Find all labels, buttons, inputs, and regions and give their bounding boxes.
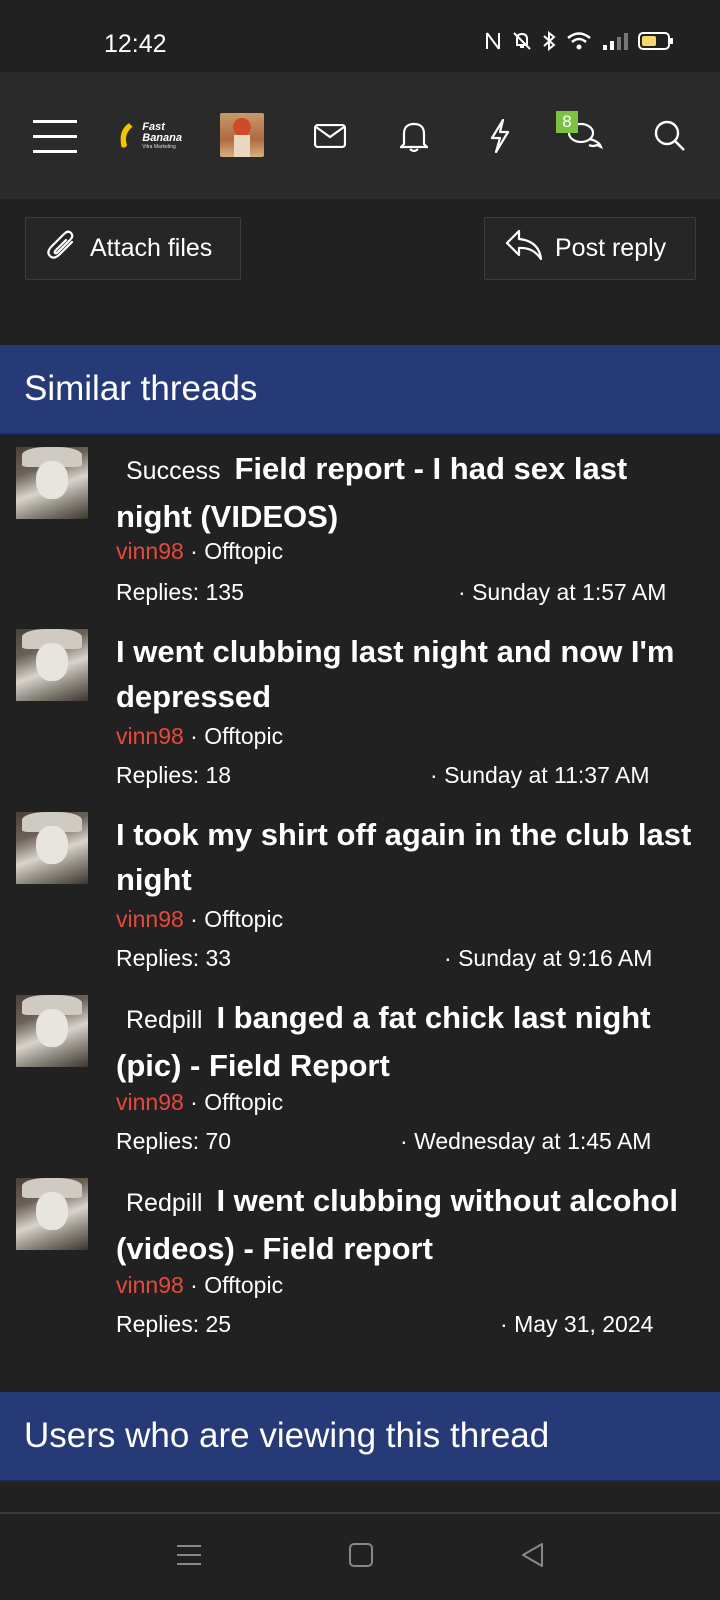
system-nav-bar: [0, 1514, 720, 1600]
thread-forum[interactable]: Offtopic: [204, 1089, 283, 1115]
similar-threads-header: Similar threads: [0, 345, 720, 435]
users-viewing-header: Users who are viewing this thread: [0, 1392, 720, 1482]
thread-forum[interactable]: Offtopic: [204, 538, 283, 564]
post-reply-button[interactable]: Post reply: [484, 217, 696, 280]
thread-meta: vinn98 · Offtopic: [116, 723, 284, 749]
thread-prefix[interactable]: Redpill: [126, 1006, 202, 1034]
thread-author[interactable]: vinn98: [116, 906, 184, 932]
menu-icon[interactable]: [22, 72, 88, 199]
thread-title[interactable]: I went clubbing last night and now I'm d…: [116, 629, 696, 719]
thread-prefix[interactable]: Redpill: [126, 1189, 202, 1217]
thread-author[interactable]: vinn98: [116, 1272, 184, 1298]
thread-avatar[interactable]: [16, 1178, 88, 1250]
reply-icon: [505, 229, 555, 268]
status-time: 12:42: [104, 30, 167, 58]
nfc-icon: [484, 31, 502, 51]
top-navbar: Fast Banana Vitra Marketing: [0, 72, 720, 199]
thread-avatar[interactable]: [16, 812, 88, 884]
conversations-icon[interactable]: [556, 72, 616, 199]
inbox-icon[interactable]: [300, 72, 360, 199]
thread-title[interactable]: I took my shirt off again in the club la…: [116, 812, 696, 902]
logo-text: Fast Banana: [142, 121, 182, 144]
lightning-icon[interactable]: [470, 72, 530, 199]
thread-title[interactable]: Redpill I banged a fat chick last night (…: [116, 995, 696, 1088]
paperclip-icon: [46, 228, 90, 269]
thread-date[interactable]: · Sunday at 1:57 AM: [458, 579, 666, 606]
site-logo[interactable]: Fast Banana Vitra Marketing: [116, 118, 202, 154]
thread-author[interactable]: vinn98: [116, 538, 184, 564]
thread-author[interactable]: vinn98: [116, 1089, 184, 1115]
post-reply-label: Post reply: [555, 234, 667, 262]
thread-title[interactable]: Redpill I went clubbing without alcohol (…: [116, 1178, 696, 1271]
thread-date[interactable]: · Wednesday at 1:45 AM: [400, 1128, 651, 1155]
attach-files-label: Attach files: [90, 234, 213, 262]
thread-replies: Replies: 135: [116, 579, 244, 605]
thread-date[interactable]: · May 31, 2024: [500, 1311, 653, 1338]
logo-subtext: Vitra Marketing: [142, 144, 176, 150]
user-avatar[interactable]: [220, 113, 264, 157]
bell-icon[interactable]: [384, 72, 444, 199]
thread-meta: vinn98 · Offtopic: [116, 538, 284, 564]
thread-date[interactable]: · Sunday at 11:37 AM: [430, 762, 650, 789]
thread-title[interactable]: Success Field report - I had sex last nig…: [116, 446, 696, 539]
wifi-icon: [566, 31, 592, 51]
status-bar: 12:42: [0, 0, 720, 72]
thread-replies: Replies: 70: [116, 1128, 232, 1154]
thread-date[interactable]: · Sunday at 9:16 AM: [444, 945, 652, 972]
thread-meta: vinn98 · Offtopic: [116, 1272, 284, 1298]
thread-prefix[interactable]: Success: [126, 457, 220, 485]
battery-icon: [638, 31, 674, 51]
thread-avatar[interactable]: [16, 447, 88, 519]
search-icon[interactable]: [640, 72, 700, 199]
thread-forum[interactable]: Offtopic: [204, 906, 283, 932]
thread-meta: vinn98 · Offtopic: [116, 906, 284, 932]
thread-replies: Replies: 25: [116, 1311, 232, 1337]
recents-icon[interactable]: [176, 1542, 202, 1573]
thread-avatar[interactable]: [16, 629, 88, 701]
bluetooth-icon: [542, 31, 556, 51]
thread-avatar[interactable]: [16, 995, 88, 1067]
thread-meta: vinn98 · Offtopic: [116, 1089, 284, 1115]
signal-icon: [602, 31, 628, 51]
thread-replies: Replies: 33: [116, 945, 232, 971]
thread-forum[interactable]: Offtopic: [204, 723, 283, 749]
thread-replies: Replies: 18: [116, 762, 232, 788]
status-icons: [484, 31, 674, 51]
attach-files-button[interactable]: Attach files: [25, 217, 241, 280]
conversations-badge: 8: [556, 111, 578, 133]
back-icon[interactable]: [520, 1542, 546, 1573]
mute-icon: [512, 31, 532, 51]
thread-author[interactable]: vinn98: [116, 723, 184, 749]
home-icon[interactable]: [348, 1542, 374, 1573]
banana-icon: [120, 123, 133, 148]
thread-forum[interactable]: Offtopic: [204, 1272, 283, 1298]
